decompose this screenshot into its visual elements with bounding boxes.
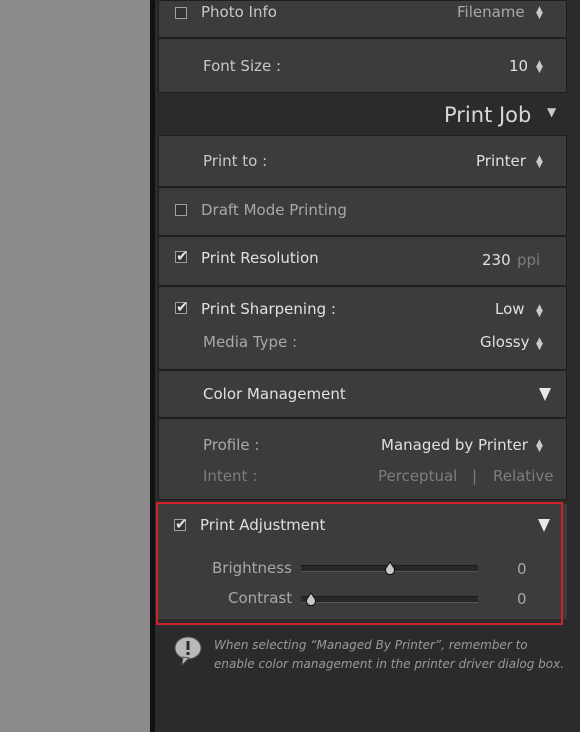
media-type-label: Media Type :: [203, 333, 298, 351]
print-resolution-unit: ppi: [517, 251, 541, 269]
photo-info-select[interactable]: Filename: [457, 3, 525, 21]
print-resolution-label: Print Resolution: [201, 249, 319, 267]
select-arrows-icon: ▲ ▼: [536, 303, 543, 319]
color-management-header[interactable]: Color Management: [158, 370, 567, 418]
expand-triangle-icon[interactable]: [539, 388, 551, 401]
intent-label: Intent :: [203, 467, 258, 485]
collapse-triangle-icon[interactable]: ▼: [547, 105, 556, 119]
draft-mode-checkbox[interactable]: [175, 204, 187, 216]
print-resolution-input[interactable]: 230: [482, 251, 511, 269]
profile-label: Profile :: [203, 436, 260, 454]
intent-perceptual-option[interactable]: Perceptual: [378, 467, 457, 485]
print-to-section: Print to : Printer ▲ ▼: [158, 135, 567, 187]
media-type-select[interactable]: Glossy: [480, 333, 529, 351]
select-arrows-icon: ▲ ▼: [536, 59, 543, 75]
draft-mode-label: Draft Mode Printing: [201, 201, 347, 219]
print-job-title: Print Job: [444, 103, 532, 127]
info-speech-bubble-icon: [173, 635, 203, 667]
print-resolution-checkbox[interactable]: [175, 247, 189, 265]
photo-info-checkbox[interactable]: [175, 7, 187, 19]
select-arrows-icon: ▲ ▼: [536, 438, 543, 454]
note-line-1: When selecting “Managed By Printer”, rem…: [214, 638, 528, 652]
print-job-header[interactable]: Print Job ▼: [155, 95, 580, 135]
select-arrows-icon: ▲ ▼: [536, 5, 543, 21]
intent-relative-option[interactable]: Relative: [493, 467, 554, 485]
draft-mode-section: Draft Mode Printing: [158, 187, 567, 236]
color-management-title: Color Management: [203, 385, 346, 403]
workspace-background: [0, 0, 150, 732]
print-sharpening-select[interactable]: Low: [495, 300, 525, 318]
font-size-section: Font Size : 10 ▲ ▼: [158, 38, 567, 93]
font-size-select[interactable]: 10: [509, 57, 528, 75]
profile-select[interactable]: Managed by Printer: [381, 436, 528, 454]
select-arrows-icon: ▲ ▼: [536, 336, 543, 352]
font-size-label: Font Size :: [203, 57, 282, 75]
profile-section: Profile : Managed by Printer ▲ ▼ Intent :…: [158, 418, 567, 500]
intent-separator: |: [472, 467, 478, 485]
select-arrows-icon: ▲ ▼: [536, 154, 543, 170]
photo-info-section: Photo Info Filename ▲ ▼: [158, 0, 567, 38]
print-sharpening-section: Print Sharpening : Low ▲▼ Media Type : G…: [158, 286, 567, 370]
print-to-label: Print to :: [203, 152, 268, 170]
note-line-2: enable color management in the printer d…: [214, 657, 565, 671]
print-sharpening-checkbox[interactable]: [175, 298, 189, 316]
print-to-select[interactable]: Printer: [476, 152, 526, 170]
print-resolution-section: Print Resolution 230 ppi: [158, 236, 567, 286]
print-adjustment-highlight: [156, 502, 563, 625]
print-sharpening-label: Print Sharpening :: [201, 300, 336, 318]
photo-info-label: Photo Info: [201, 3, 277, 21]
